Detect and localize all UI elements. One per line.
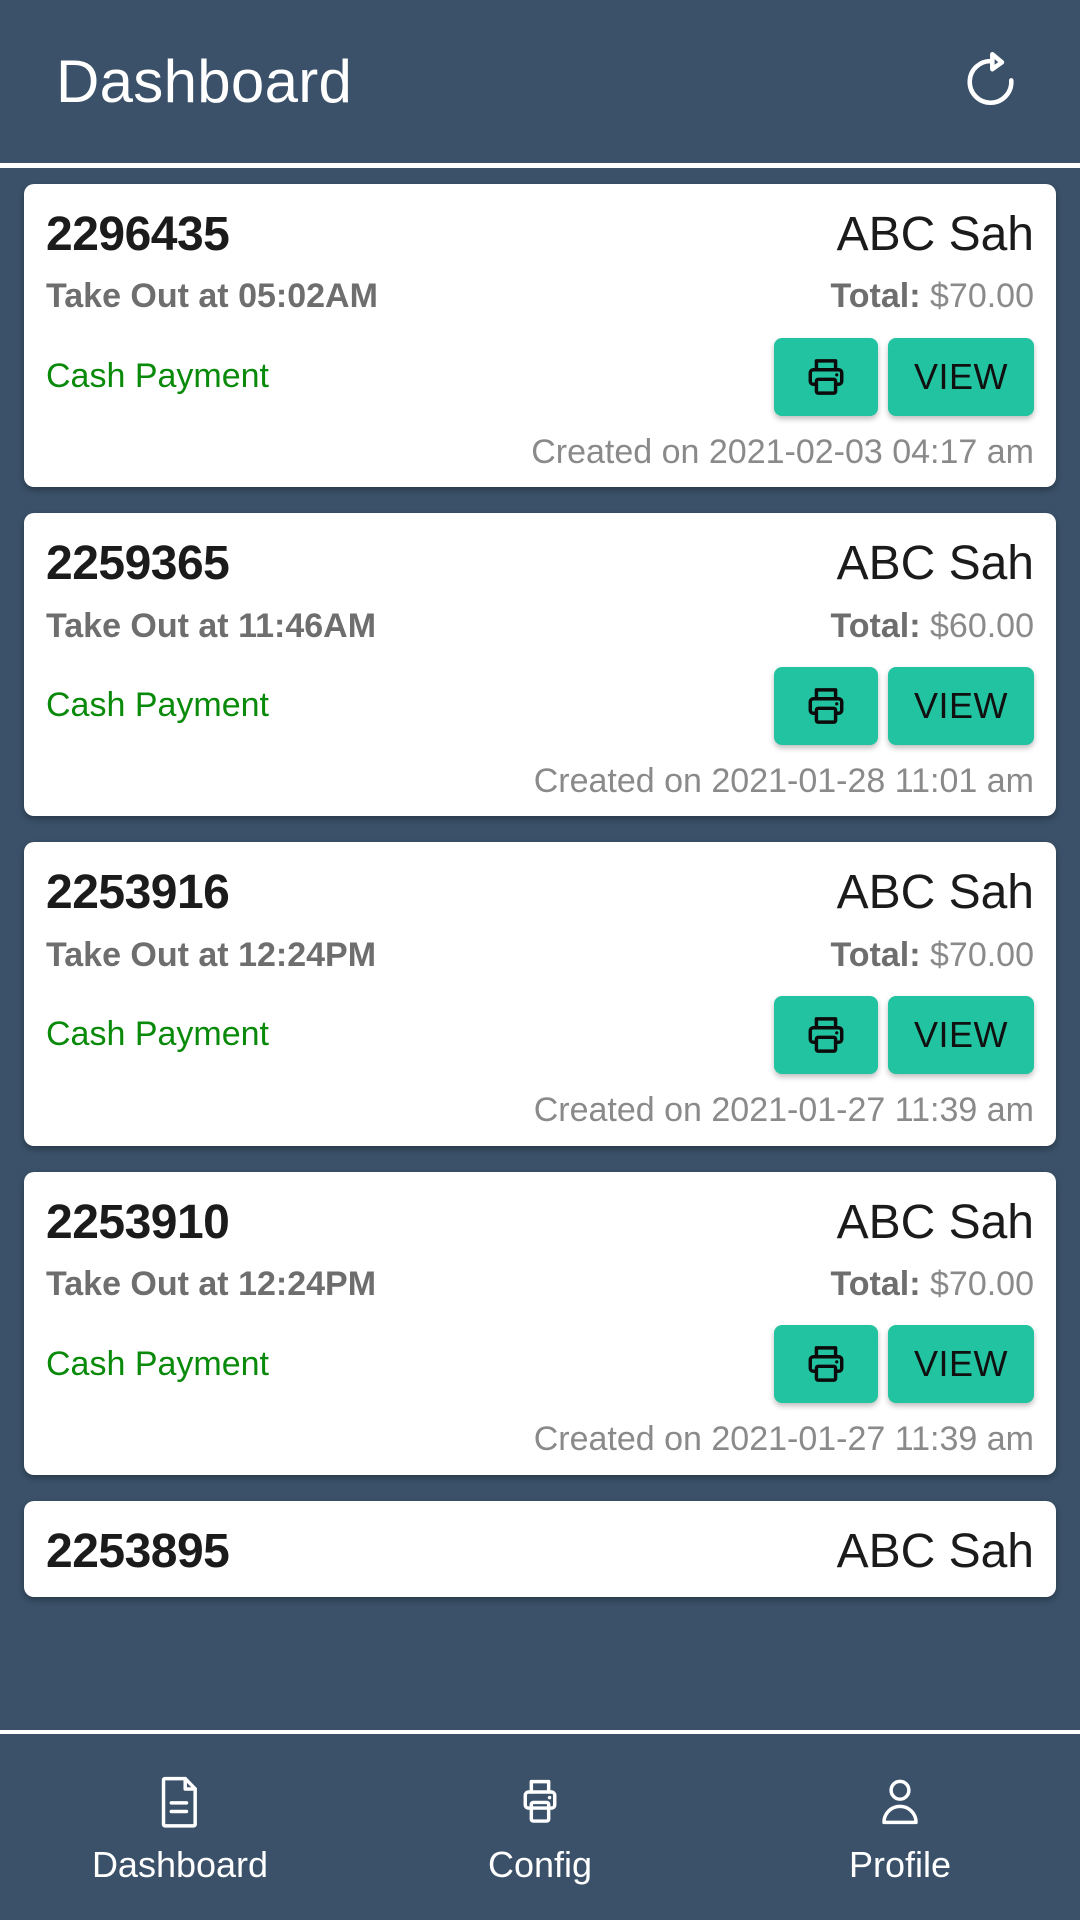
order-customer: ABC Sah xyxy=(836,1524,1034,1578)
order-list[interactable]: 2296435 ABC Sah Take Out at 05:02AM Tota… xyxy=(0,168,1080,1730)
order-type: Take Out at 12:24PM xyxy=(46,1264,377,1303)
order-total: Total: $60.00 xyxy=(830,606,1034,645)
app-root: Dashboard 2296435 ABC Sah Take Out at 05… xyxy=(0,0,1080,1920)
order-total: Total: $70.00 xyxy=(830,935,1034,974)
order-card-meta: Take Out at 05:02AM Total: $70.00 xyxy=(46,277,1034,316)
print-button[interactable] xyxy=(773,996,878,1075)
order-created-timestamp: Created on 2021-02-03 04:17 am xyxy=(531,432,1034,471)
action-button-group: VIEW xyxy=(773,1325,1034,1404)
order-card-actions: Cash Payment VIEW xyxy=(46,1325,1034,1404)
order-card-header: 2259365 ABC Sah xyxy=(46,537,1034,591)
view-button[interactable]: VIEW xyxy=(887,996,1034,1075)
nav-item-dashboard[interactable]: Dashboard xyxy=(0,1771,360,1883)
order-created-timestamp: Created on 2021-01-27 11:39 am xyxy=(533,1091,1034,1130)
nav-label-config: Config xyxy=(487,1844,593,1885)
payment-method: Cash Payment xyxy=(46,357,269,396)
order-card-header: 2253910 ABC Sah xyxy=(46,1195,1034,1249)
print-icon xyxy=(803,1012,849,1058)
order-card[interactable]: 2296435 ABC Sah Take Out at 05:02AM Tota… xyxy=(24,184,1056,488)
document-icon xyxy=(154,1771,206,1833)
print-button[interactable] xyxy=(773,337,878,416)
order-id: 2253895 xyxy=(46,1524,230,1578)
nav-item-profile[interactable]: Profile xyxy=(720,1771,1080,1883)
order-id: 2253916 xyxy=(46,866,230,920)
order-id: 2259365 xyxy=(46,537,230,591)
action-button-group: VIEW xyxy=(773,996,1034,1075)
order-card-actions: Cash Payment VIEW xyxy=(46,337,1034,416)
order-id: 2253910 xyxy=(46,1195,230,1249)
order-card-header: 2253895 ABC Sah xyxy=(46,1524,1034,1578)
order-card-header: 2253916 ABC Sah xyxy=(46,866,1034,920)
order-total-label: Total: xyxy=(830,935,921,974)
order-total: Total: $70.00 xyxy=(831,278,1034,315)
order-total-value: $70.00 xyxy=(930,1264,1034,1303)
print-icon xyxy=(803,354,849,400)
print-button[interactable] xyxy=(773,666,878,745)
action-button-group: VIEW xyxy=(773,666,1034,745)
order-type: Take Out at 12:24PM xyxy=(46,935,377,974)
view-button[interactable]: VIEW xyxy=(887,1325,1034,1404)
order-total-value: $70.00 xyxy=(930,277,1034,316)
view-button[interactable]: VIEW xyxy=(887,666,1034,745)
print-icon xyxy=(803,1341,849,1387)
order-total-value: $60.00 xyxy=(930,606,1034,645)
order-customer: ABC Sah xyxy=(836,208,1034,261)
order-card-meta: Take Out at 12:24PM Total: $70.00 xyxy=(46,1264,1034,1303)
payment-method: Cash Payment xyxy=(46,1015,269,1054)
order-created-timestamp: Created on 2021-01-27 11:39 am xyxy=(533,1420,1034,1459)
view-button[interactable]: VIEW xyxy=(887,337,1034,416)
print-button[interactable] xyxy=(773,1325,878,1404)
order-total-label: Total: xyxy=(830,1264,921,1303)
order-customer: ABC Sah xyxy=(836,537,1034,591)
action-button-group: VIEW xyxy=(773,337,1034,416)
order-card[interactable]: 2253910 ABC Sah Take Out at 12:24PM Tota… xyxy=(24,1171,1056,1475)
order-total-label: Total: xyxy=(830,606,921,645)
nav-label-dashboard: Dashboard xyxy=(91,1844,269,1885)
order-customer: ABC Sah xyxy=(836,1195,1034,1249)
person-icon xyxy=(874,1771,926,1833)
page-title: Dashboard xyxy=(56,47,353,115)
order-total: Total: $70.00 xyxy=(830,1264,1034,1303)
order-card[interactable]: 2259365 ABC Sah Take Out at 11:46AM Tota… xyxy=(24,513,1056,817)
order-card-meta: Take Out at 12:24PM Total: $70.00 xyxy=(46,935,1034,974)
refresh-icon xyxy=(959,50,1023,114)
nav-label-profile: Profile xyxy=(848,1844,952,1885)
order-type: Take Out at 11:46AM xyxy=(46,606,377,645)
order-id: 2296435 xyxy=(46,208,230,261)
bottom-navigation: Dashboard Config Profile xyxy=(0,1730,1080,1920)
print-icon xyxy=(803,683,849,729)
nav-item-config[interactable]: Config xyxy=(360,1771,720,1883)
payment-method: Cash Payment xyxy=(46,1344,269,1383)
app-bar: Dashboard xyxy=(0,0,1080,168)
refresh-button[interactable] xyxy=(946,37,1036,127)
order-customer: ABC Sah xyxy=(836,866,1034,920)
order-card-meta: Take Out at 11:46AM Total: $60.00 xyxy=(46,606,1034,645)
printer-icon xyxy=(514,1771,566,1833)
order-card-header: 2296435 ABC Sah xyxy=(46,208,1034,261)
order-total-label: Total: xyxy=(830,277,921,316)
order-card-actions: Cash Payment VIEW xyxy=(46,996,1034,1075)
order-type: Take Out at 05:02AM xyxy=(46,277,378,316)
payment-method: Cash Payment xyxy=(46,686,269,725)
order-card[interactable]: 2253916 ABC Sah Take Out at 12:24PM Tota… xyxy=(24,842,1056,1146)
order-card[interactable]: 2253895 ABC Sah xyxy=(24,1500,1056,1597)
order-created-timestamp: Created on 2021-01-28 11:01 am xyxy=(533,761,1034,800)
order-total-value: $70.00 xyxy=(930,935,1034,974)
order-card-actions: Cash Payment VIEW xyxy=(46,666,1034,745)
